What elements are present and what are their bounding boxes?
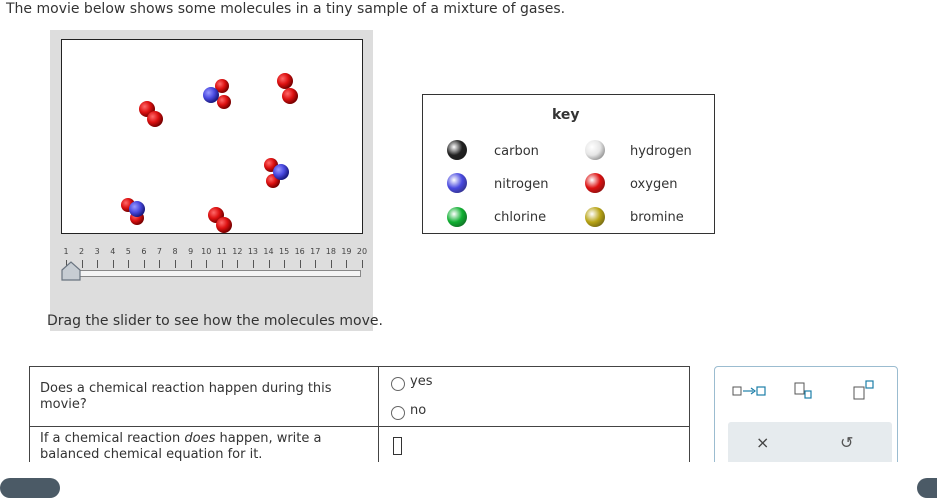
slider-track[interactable] xyxy=(62,270,361,277)
slider-tick-mark xyxy=(362,260,363,268)
nitrogen-dioxide-molecule xyxy=(203,79,231,109)
slider-tick-mark xyxy=(128,260,130,268)
question-equation: If a chemical reaction does happen, writ… xyxy=(40,431,322,462)
tool-action-bar xyxy=(728,422,892,466)
key-label-hydrogen: hydrogen xyxy=(630,144,692,159)
nitrogen-ball-icon xyxy=(447,173,467,193)
viewport-cutoff xyxy=(0,462,937,486)
intro-text: The movie below shows some molecules in … xyxy=(6,1,566,17)
radio-yes[interactable] xyxy=(391,377,405,391)
slider-tick-mark xyxy=(268,260,270,268)
carbon-ball-icon xyxy=(447,140,467,160)
slider-tick-label: 1 xyxy=(63,247,69,256)
chlorine-ball-icon xyxy=(447,207,467,227)
superscript-button[interactable] xyxy=(852,379,878,405)
molecule-movie xyxy=(61,39,363,234)
clear-icon[interactable]: × xyxy=(756,433,769,452)
drag-instruction: Drag the slider to see how the molecules… xyxy=(47,313,383,329)
slider-tick-mark xyxy=(81,260,83,268)
hydrogen-ball-icon xyxy=(585,140,605,160)
key-label-carbon: carbon xyxy=(494,144,539,159)
oxygen-molecule xyxy=(277,73,298,104)
slider-tick-mark xyxy=(159,260,161,268)
slider-tick-label: 10 xyxy=(201,247,212,256)
key-label-bromine: bromine xyxy=(630,210,684,225)
slider-tick-mark xyxy=(315,260,317,268)
slider-tick-mark xyxy=(346,260,348,268)
undo-icon[interactable]: ↺ xyxy=(840,433,853,452)
slider-tick-mark xyxy=(175,260,177,268)
nitrogen-dioxide-molecule xyxy=(264,158,289,188)
slider-tick-label: 8 xyxy=(172,247,178,256)
slider-tick-label: 16 xyxy=(294,247,305,256)
reaction-arrow-icon xyxy=(732,386,766,396)
slider-tick-label: 6 xyxy=(141,247,147,256)
slider-tick-mark xyxy=(284,260,286,268)
slider-tick-mark xyxy=(237,260,239,268)
superscript-icon xyxy=(853,380,874,400)
bromine-ball-icon xyxy=(585,207,605,227)
radio-no-label: no xyxy=(410,403,427,418)
slider-tick-mark xyxy=(252,260,254,268)
bottom-bar-right xyxy=(917,478,937,498)
slider-tick-label: 5 xyxy=(125,247,131,256)
slider-tick-label: 2 xyxy=(79,247,85,256)
molecules-svg xyxy=(121,73,298,233)
slider-tick-mark xyxy=(112,260,114,268)
oxygen-molecule xyxy=(139,101,163,127)
slider-tick-mark xyxy=(143,260,145,268)
nitrogen-dioxide-molecule xyxy=(121,198,145,225)
slider-tick-mark xyxy=(330,260,332,268)
slider-tick-mark xyxy=(206,260,208,268)
slider-tick-mark xyxy=(97,260,99,268)
slider-tick-label: 14 xyxy=(263,247,274,256)
subscript-button[interactable] xyxy=(793,381,817,405)
radio-yes-label: yes xyxy=(410,374,433,389)
slider-tick-label: 15 xyxy=(279,247,290,256)
slider-tick-label: 3 xyxy=(94,247,100,256)
radio-no[interactable] xyxy=(391,406,405,420)
slider-tick-label: 18 xyxy=(325,247,336,256)
slider-tick-label: 4 xyxy=(110,247,116,256)
subscript-icon xyxy=(794,382,812,399)
reaction-arrow-button[interactable] xyxy=(732,383,766,403)
oxygen-molecule xyxy=(208,207,232,233)
slider-tick-mark xyxy=(190,260,192,268)
slider-tick-mark xyxy=(299,260,301,268)
slider-tick-mark xyxy=(221,260,223,268)
key-label-oxygen: oxygen xyxy=(630,177,678,192)
slider-tick-label: 9 xyxy=(188,247,194,256)
question-reaction: Does a chemical reaction happen during t… xyxy=(40,381,332,412)
equation-input[interactable] xyxy=(393,437,402,455)
slider-tick-label: 12 xyxy=(232,247,243,256)
key-label-nitrogen: nitrogen xyxy=(494,177,549,192)
slider-handle[interactable] xyxy=(61,261,81,281)
key-label-chlorine: chlorine xyxy=(494,210,547,225)
slider-tick-label: 20 xyxy=(356,247,368,256)
slider-tick-label: 11 xyxy=(216,247,227,256)
slider-tick-label: 13 xyxy=(247,247,259,256)
slider-tick-label: 19 xyxy=(341,247,352,256)
oxygen-ball-icon xyxy=(585,173,605,193)
key-title: key xyxy=(552,107,580,123)
slider-tick-label: 17 xyxy=(310,247,321,256)
slider-ticks: 1 2 3 4 5 6 7 8 9 10 11 12 13 14 15 16 17 18 19 20 xyxy=(62,247,367,268)
slider-tick-label: 7 xyxy=(156,247,163,256)
bottom-bar-left xyxy=(0,478,60,498)
